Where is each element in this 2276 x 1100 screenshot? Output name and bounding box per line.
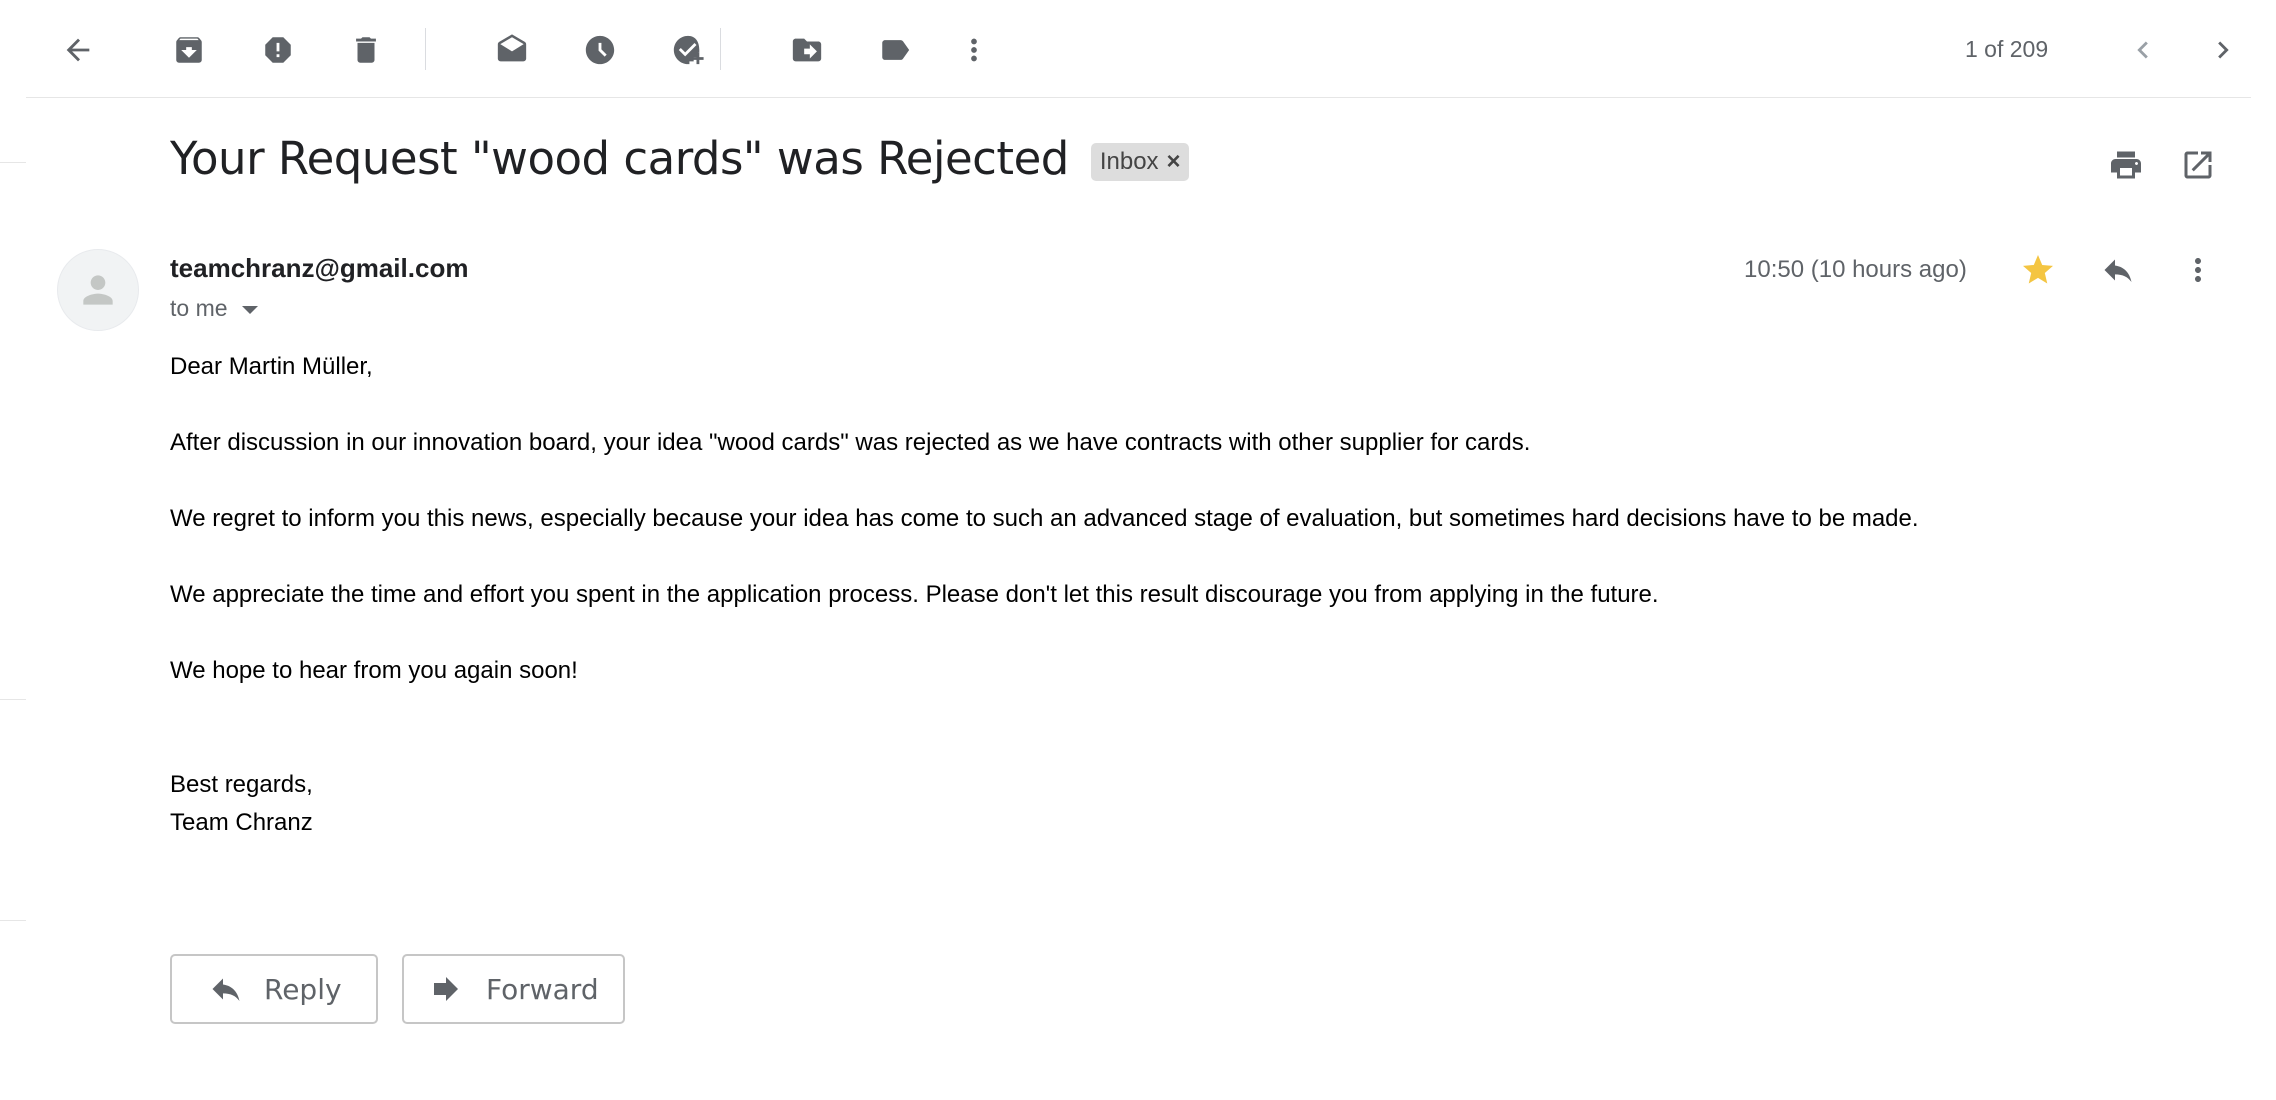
body-paragraph: We appreciate the time and effort you sp… <box>170 581 1659 608</box>
body-signature: Team Chranz <box>170 809 313 836</box>
forward-button-label: Forward <box>486 972 599 1006</box>
snooze-button[interactable] <box>574 24 626 76</box>
left-edge-divider <box>0 920 26 921</box>
message-timestamp: 10:50 (10 hours ago) <box>1744 256 1967 283</box>
inbox-label-chip[interactable]: Inbox × <box>1090 142 1189 181</box>
chevron-right-icon <box>2218 41 2229 59</box>
forward-icon <box>434 977 458 1001</box>
open-new-window-button[interactable] <box>2172 139 2224 191</box>
email-subject: Your Request "wood cards" was Rejected <box>170 132 1069 185</box>
reply-icon-button[interactable] <box>2092 244 2144 296</box>
recipient-text: to me <box>170 295 228 321</box>
sender-avatar[interactable] <box>57 249 139 331</box>
reply-button[interactable]: Reply <box>170 954 378 1024</box>
toolbar-separator <box>720 28 721 70</box>
subject-row: Your Request "wood cards" was Rejected I… <box>170 132 1189 185</box>
print-all-button[interactable] <box>2100 139 2152 191</box>
reply-icon <box>2104 259 2132 282</box>
label-icon <box>882 40 910 60</box>
add-to-tasks-button[interactable] <box>662 24 714 76</box>
body-paragraph: We regret to inform you this news, espec… <box>170 505 1919 532</box>
archive-button[interactable] <box>163 24 215 76</box>
remove-label-icon[interactable]: × <box>1167 149 1181 174</box>
trash-icon <box>356 37 376 63</box>
add-task-icon <box>673 35 704 65</box>
move-to-folder-icon <box>792 38 822 62</box>
reply-icon <box>212 978 240 1001</box>
mark-unread-icon <box>497 34 527 62</box>
star-icon <box>2023 255 2053 284</box>
left-edge-divider <box>0 162 26 163</box>
forward-button[interactable]: Forward <box>402 954 625 1024</box>
message-toolbar: 1 of 209 <box>26 0 2251 98</box>
more-button[interactable] <box>948 24 1000 76</box>
chevron-left-icon <box>2137 41 2148 59</box>
body-paragraph: We hope to hear from you again soon! <box>170 657 578 684</box>
report-spam-button[interactable] <box>252 24 304 76</box>
arrow-back-icon <box>66 38 90 62</box>
recipient-details-toggle[interactable]: to me <box>170 295 258 322</box>
archive-icon <box>176 37 202 63</box>
body-paragraph: After discussion in our innovation board… <box>170 429 1531 456</box>
body-closing: Best regards, <box>170 771 313 798</box>
email-body: Dear Martin Müller, After discussion in … <box>170 348 2230 842</box>
person-icon <box>83 275 113 305</box>
delete-button[interactable] <box>340 24 392 76</box>
label-chip-text: Inbox <box>1099 147 1159 175</box>
message-more-button[interactable] <box>2172 244 2224 296</box>
left-edge-divider <box>0 699 26 700</box>
print-icon <box>2111 151 2141 179</box>
reply-button-label: Reply <box>264 972 342 1006</box>
star-button[interactable] <box>2012 244 2064 296</box>
caret-down-icon <box>241 305 258 314</box>
pagination-count: 1 of 209 <box>1965 36 2049 62</box>
open-in-new-icon <box>2184 151 2212 179</box>
body-greeting: Dear Martin Müller, <box>170 353 373 380</box>
back-button[interactable] <box>52 24 104 76</box>
move-to-button[interactable] <box>781 24 833 76</box>
mark-unread-button[interactable] <box>486 24 538 76</box>
newer-message-button[interactable] <box>2117 24 2169 76</box>
more-vert-icon <box>971 38 977 62</box>
report-icon <box>265 37 291 63</box>
clock-icon <box>585 35 615 65</box>
older-message-button[interactable] <box>2197 24 2249 76</box>
labels-button[interactable] <box>869 24 921 76</box>
toolbar-separator <box>425 28 426 70</box>
sender-email[interactable]: teamchranz@gmail.com <box>170 253 468 284</box>
more-vert-icon <box>2195 258 2201 282</box>
